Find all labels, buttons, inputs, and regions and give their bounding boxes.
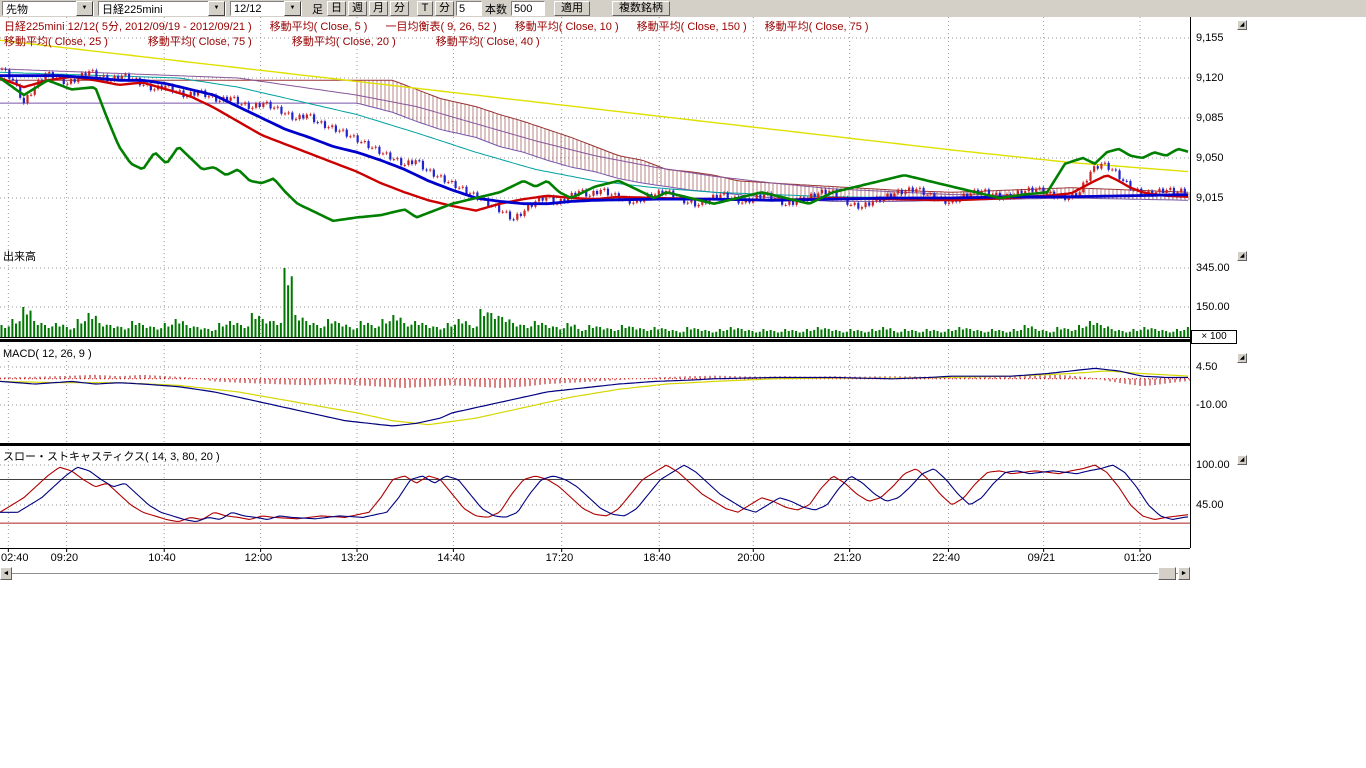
- price-panel-resize-icon[interactable]: ◢: [1237, 20, 1247, 30]
- time-axis-label: 18:40: [643, 552, 671, 564]
- axis-tick-label: 345.00: [1196, 262, 1242, 274]
- multi-symbol-button[interactable]: 複数銘柄: [612, 1, 670, 16]
- horizontal-scrollbar[interactable]: ◄ ►: [0, 567, 1190, 580]
- time-axis-label: 09/21: [1028, 552, 1056, 564]
- time-axis-label: 12:00: [245, 552, 273, 564]
- volume-panel-title: 出来高: [3, 248, 36, 264]
- time-axis-label: 20:00: [737, 552, 765, 564]
- time-axis-label: 21:20: [834, 552, 862, 564]
- chart-canvas: [0, 17, 1246, 581]
- time-axis-label: 10:40: [148, 552, 176, 564]
- timeframe-month-button[interactable]: 月: [369, 1, 388, 16]
- chevron-down-icon[interactable]: ▼: [284, 1, 301, 16]
- timeframe-tick-button[interactable]: T: [417, 1, 433, 16]
- bar-count-input[interactable]: [511, 1, 545, 16]
- scroll-right-icon[interactable]: ►: [1178, 567, 1190, 580]
- instrument-type-value: 先物: [3, 1, 76, 17]
- axis-tick-label: 9,050: [1196, 152, 1242, 164]
- macd-panel-title: MACD( 12, 26, 9 ): [3, 348, 92, 360]
- bar-count-label: 本数: [485, 1, 507, 17]
- indicator-label: 一目均衡表( 9, 26, 52 ): [385, 21, 496, 33]
- chevron-down-icon[interactable]: ▼: [208, 1, 225, 16]
- indicator-label: 移動平均( Close, 10 ): [515, 21, 619, 33]
- symbol-value: 日経225mini: [99, 1, 208, 17]
- time-axis-label: 09:20: [51, 552, 79, 564]
- macd-panel-resize-icon[interactable]: ◢: [1237, 353, 1247, 363]
- indicator-label: 移動平均( Close, 75 ): [148, 36, 252, 48]
- timeframe-minute-button[interactable]: 分: [390, 1, 409, 16]
- axis-tick-label: 100.00: [1196, 459, 1242, 471]
- scrollbar-thumb[interactable]: [1158, 567, 1176, 580]
- indicator-label: 移動平均( Close, 25 ): [4, 36, 108, 48]
- time-axis-label: 17:20: [546, 552, 574, 564]
- time-axis-label: 14:40: [437, 552, 465, 564]
- scroll-left-icon[interactable]: ◄: [0, 567, 12, 580]
- contract-value: 12/12: [231, 3, 284, 15]
- chart-area: 日経225mini 12/12( 5分, 2012/09/19 - 2012/0…: [0, 17, 1250, 602]
- chevron-down-icon[interactable]: ▼: [76, 1, 93, 16]
- instrument-type-select[interactable]: 先物 ▼: [2, 1, 94, 16]
- axis-tick-label: 150.00: [1196, 301, 1242, 313]
- indicator-label: 移動平均( Close, 150 ): [637, 21, 747, 33]
- timeframe-label: 足: [312, 1, 323, 17]
- scrollbar-track[interactable]: [12, 573, 1178, 574]
- indicator-header-line2: 移動平均( Close, 25 ) 移動平均( Close, 75 ) 移動平均( …: [4, 33, 580, 49]
- axis-tick-label: 9,085: [1196, 112, 1242, 124]
- indicator-label: 移動平均( Close, 20 ): [292, 36, 396, 48]
- axis-tick-label: 9,120: [1196, 72, 1242, 84]
- indicator-header-line1: 日経225mini 12/12( 5分, 2012/09/19 - 2012/0…: [4, 18, 887, 34]
- time-axis-label: 02:40: [1, 552, 29, 564]
- timeframe-week-button[interactable]: 週: [348, 1, 367, 16]
- indicator-label: 日経225mini 12/12( 5分, 2012/09/19 - 2012/0…: [4, 21, 252, 33]
- volume-panel-resize-icon[interactable]: ◢: [1237, 251, 1247, 261]
- toolbar: 先物 ▼ 日経225mini ▼ 12/12 ▼ 足 日 週 月 分 T 分 本…: [0, 0, 1366, 17]
- indicator-label: 移動平均( Close, 5 ): [270, 21, 368, 33]
- time-axis-label: 22:40: [932, 552, 960, 564]
- axis-tick-label: 45.00: [1196, 499, 1242, 511]
- timeframe-day-button[interactable]: 日: [327, 1, 346, 16]
- indicator-label: 移動平均( Close, 75 ): [765, 21, 869, 33]
- axis-tick-label: 9,155: [1196, 32, 1242, 44]
- interval-input[interactable]: [456, 1, 482, 16]
- time-axis-label: 01:20: [1124, 552, 1152, 564]
- axis-tick-label: 4.50: [1196, 361, 1242, 373]
- indicator-label: 移動平均( Close, 40 ): [436, 36, 540, 48]
- axis-tick-label: 9,015: [1196, 192, 1242, 204]
- contract-select[interactable]: 12/12 ▼: [230, 1, 302, 16]
- timeframe-minute2-button[interactable]: 分: [435, 1, 454, 16]
- volume-multiplier-badge: × 100: [1191, 330, 1237, 344]
- axis-tick-label: -10.00: [1196, 399, 1242, 411]
- stochastics-panel-resize-icon[interactable]: ◢: [1237, 455, 1247, 465]
- time-axis-label: 13:20: [341, 552, 369, 564]
- apply-button[interactable]: 適用: [554, 1, 590, 16]
- symbol-select[interactable]: 日経225mini ▼: [98, 1, 226, 16]
- stochastics-panel-title: スロー・ストキャスティクス( 14, 3, 80, 20 ): [3, 448, 220, 464]
